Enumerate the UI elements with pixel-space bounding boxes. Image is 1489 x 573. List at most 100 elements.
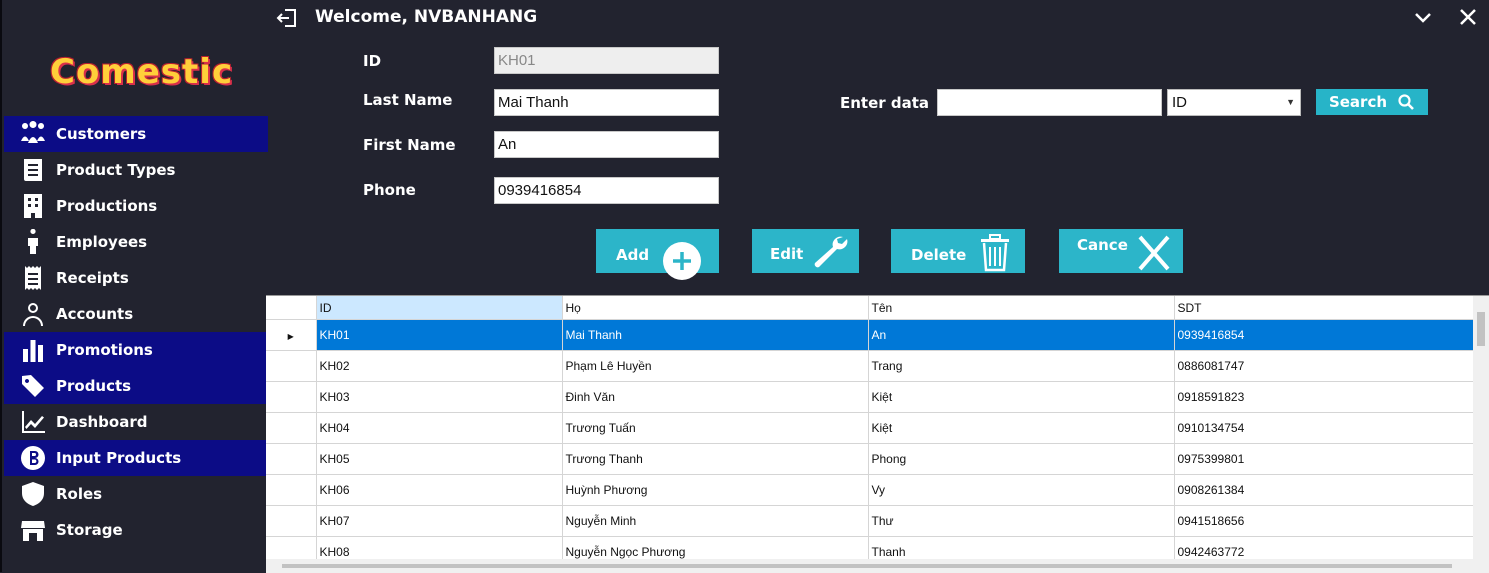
sidebar-item-customers[interactable]: Customers <box>4 116 268 152</box>
enter-data-label: Enter data <box>840 94 930 112</box>
search-input[interactable] <box>937 89 1162 116</box>
table-row[interactable]: KH04 Trương Tuấn Kiệt 0910134754 <box>266 412 1474 444</box>
search-icon <box>1398 94 1414 110</box>
logout-icon[interactable] <box>276 8 298 28</box>
table-cell[interactable]: Kiệt <box>868 381 1175 413</box>
table-cell[interactable]: 0941518656 <box>1174 505 1474 537</box>
welcome-title: Welcome, NVBANHANG <box>315 7 538 27</box>
cancel-button[interactable]: Cance <box>1059 229 1183 273</box>
edit-button[interactable]: Edit <box>752 229 859 273</box>
table-row[interactable]: KH06 Huỳnh Phương Vy 0908261384 <box>266 474 1474 506</box>
table-cell[interactable]: Phong <box>868 443 1175 475</box>
customers-grid[interactable]: ID Họ Tên SDT ▶ KH01 Mai Thanh An 0939416854… <box>266 295 1489 573</box>
cancel-button-label: Cance <box>1077 236 1128 254</box>
table-cell[interactable]: Nguyễn Minh <box>562 505 869 537</box>
sidebar-item-accounts[interactable]: Accounts <box>4 296 268 332</box>
table-row[interactable]: KH05 Trương Thanh Phong 0975399801 <box>266 443 1474 475</box>
sidebar-item-product-types[interactable]: Product Types <box>4 152 268 188</box>
shield-icon <box>18 480 48 508</box>
table-cell[interactable]: KH02 <box>316 350 563 382</box>
store-icon <box>18 516 48 544</box>
close-icon[interactable] <box>1457 6 1479 28</box>
sidebar-item-dashboard[interactable]: Dashboard <box>4 404 268 440</box>
table-cell[interactable]: KH05 <box>316 443 563 475</box>
table-cell[interactable]: KH04 <box>316 412 563 444</box>
sidebar-item-productions[interactable]: Productions <box>4 188 268 224</box>
lastname-field[interactable] <box>494 89 719 116</box>
row-header[interactable] <box>266 443 317 475</box>
row-header[interactable] <box>266 474 317 506</box>
horizontal-scroll-thumb[interactable] <box>282 564 1452 568</box>
current-row-arrow-icon: ▶ <box>287 332 294 341</box>
table-cell[interactable]: KH06 <box>316 474 563 506</box>
row-header[interactable] <box>266 350 317 382</box>
users-icon <box>18 120 48 148</box>
table-cell[interactable]: Vy <box>868 474 1175 506</box>
table-cell[interactable]: 0908261384 <box>1174 474 1474 506</box>
trash-icon <box>981 234 1009 272</box>
horizontal-scrollbar[interactable] <box>266 559 1473 573</box>
table-cell[interactable]: Trương Thanh <box>562 443 869 475</box>
sidebar-item-roles[interactable]: Roles <box>4 476 268 512</box>
sidebar-item-input-products[interactable]: Input Products <box>4 440 268 476</box>
table-cell[interactable]: Thư <box>868 505 1175 537</box>
firstname-label: First Name <box>363 136 456 154</box>
delete-button[interactable]: Delete <box>891 229 1025 273</box>
id-field[interactable] <box>494 47 719 74</box>
table-cell[interactable]: KH01 <box>316 319 563 351</box>
row-header[interactable] <box>266 381 317 413</box>
sidebar-item-products[interactable]: Products <box>4 368 268 404</box>
sidebar-item-storage[interactable]: Storage <box>4 512 268 548</box>
row-header[interactable] <box>266 505 317 537</box>
table-cell[interactable]: 0886081747 <box>1174 350 1474 382</box>
vertical-scrollbar[interactable] <box>1473 296 1489 573</box>
sidebar-item-receipts[interactable]: Receipts <box>4 260 268 296</box>
add-button[interactable]: Add <box>596 229 719 280</box>
column-header-ho[interactable]: Họ <box>562 296 869 320</box>
column-header-sdt[interactable]: SDT <box>1174 296 1474 320</box>
column-header-id[interactable]: ID <box>316 296 563 320</box>
table-cell[interactable]: Đinh Văn <box>562 381 869 413</box>
table-cell[interactable]: Phạm Lê Huyền <box>562 350 869 382</box>
table-cell[interactable]: 0918591823 <box>1174 381 1474 413</box>
table-cell[interactable]: Trương Tuấn <box>562 412 869 444</box>
book-icon <box>18 156 48 184</box>
phone-field[interactable] <box>494 177 719 204</box>
table-cell[interactable]: Kiệt <box>868 412 1175 444</box>
sidebar-item-label: Products <box>56 377 132 395</box>
table-cell[interactable]: 0910134754 <box>1174 412 1474 444</box>
sidebar-item-label: Roles <box>56 485 103 503</box>
tag-icon <box>18 372 48 400</box>
search-button[interactable]: Search <box>1316 89 1428 115</box>
table-row[interactable]: ▶ KH01 Mai Thanh An 0939416854 <box>266 319 1474 351</box>
sidebar-item-label: Employees <box>56 233 148 251</box>
table-cell[interactable]: KH03 <box>316 381 563 413</box>
vertical-scroll-thumb[interactable] <box>1477 312 1485 346</box>
table-cell[interactable]: 0975399801 <box>1174 443 1474 475</box>
table-cell[interactable]: An <box>868 319 1175 351</box>
row-header[interactable] <box>266 412 317 444</box>
receipt-icon <box>18 264 48 292</box>
table-cell[interactable]: KH07 <box>316 505 563 537</box>
sidebar-item-employees[interactable]: Employees <box>4 224 268 260</box>
sidebar-item-promotions[interactable]: Promotions <box>4 332 268 368</box>
table-cell[interactable]: Huỳnh Phương <box>562 474 869 506</box>
sidebar-nav: Customers Product Types Productions Employe… <box>4 116 268 548</box>
table-cell[interactable]: Trang <box>868 350 1175 382</box>
customers-table: ID Họ Tên SDT ▶ KH01 Mai Thanh An 0939416854… <box>266 296 1474 568</box>
bitcoin-icon <box>18 444 48 472</box>
sidebar-item-label: Customers <box>56 125 147 143</box>
line-chart-icon <box>18 408 48 436</box>
row-header[interactable]: ▶ <box>266 319 317 351</box>
minimize-chevron-icon[interactable] <box>1412 6 1434 28</box>
firstname-field[interactable] <box>494 131 719 158</box>
table-cell[interactable]: Mai Thanh <box>562 319 869 351</box>
table-row[interactable]: KH03 Đinh Văn Kiệt 0918591823 <box>266 381 1474 413</box>
column-header-ten[interactable]: Tên <box>868 296 1175 320</box>
building-icon <box>18 192 48 220</box>
delete-button-label: Delete <box>911 246 967 264</box>
table-row[interactable]: KH07 Nguyễn Minh Thư 0941518656 <box>266 505 1474 537</box>
table-cell[interactable]: 0939416854 <box>1174 319 1474 351</box>
table-row[interactable]: KH02 Phạm Lê Huyền Trang 0886081747 <box>266 350 1474 382</box>
search-field-select[interactable]: ID ▼ <box>1167 89 1301 116</box>
